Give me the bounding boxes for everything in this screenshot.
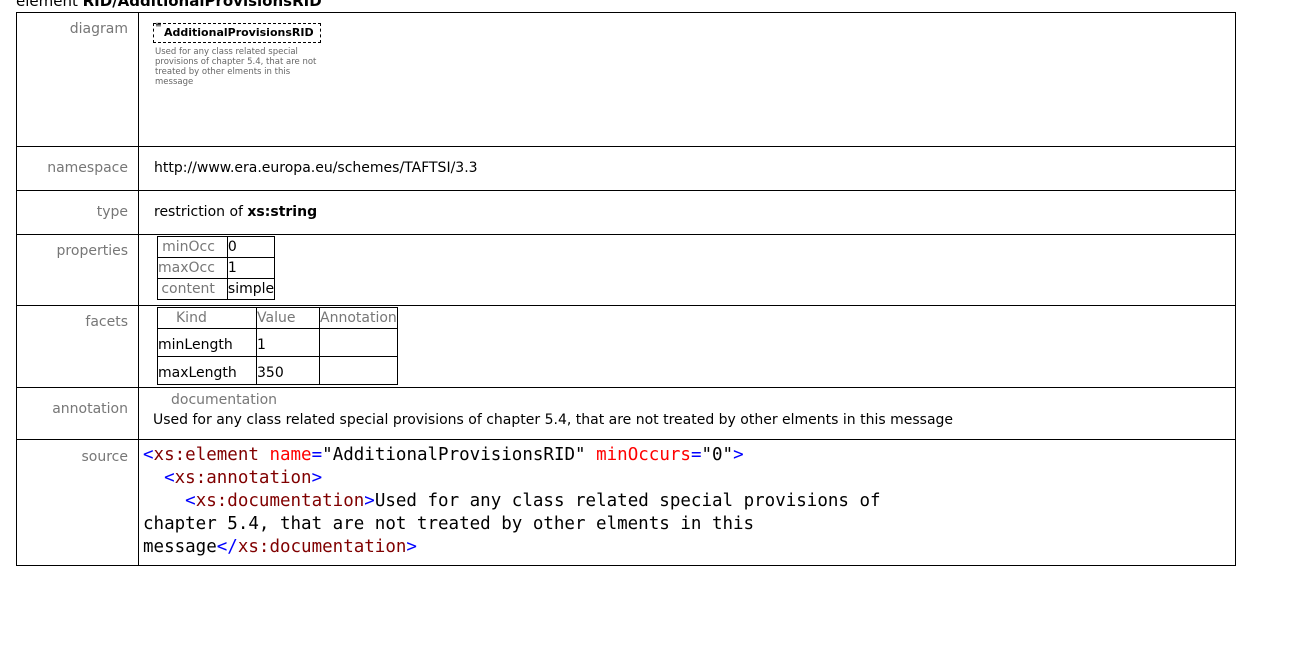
source-doc-line: Used for any class related special provi… [374, 491, 881, 511]
diagram-cell: ≡ AdditionalProvisionsRID Used for any c… [138, 12, 1236, 147]
label-facets: facets [16, 305, 139, 388]
label-source: source [16, 439, 139, 566]
facets-header-row: Kind Value Annotation [157, 307, 398, 329]
row-properties: properties minOcc 0 maxOcc 1 content sim… [16, 234, 1236, 306]
facet-annotation [319, 356, 398, 385]
source-open-tag: xs:element [153, 445, 259, 465]
source-annotation-tag: xs:annotation [174, 468, 312, 488]
facets-cell: Kind Value Annotation minLength 1 maxLen… [138, 305, 1236, 388]
source-doc-line: chapter 5.4, that are not treated by oth… [143, 514, 755, 534]
annotation-cell: documentation Used for any class related… [138, 387, 1236, 440]
element-documentation-table: diagram ≡ AdditionalProvisionsRID Used f… [16, 12, 1236, 566]
facet-kind: minLength [157, 328, 257, 357]
property-key: maxOcc [157, 257, 228, 279]
type-value: restriction of xs:string [138, 190, 1236, 235]
property-value: simple [226, 278, 276, 300]
properties-cell: minOcc 0 maxOcc 1 content simple [138, 234, 1236, 306]
facet-annotation [319, 328, 398, 357]
source-attr-name: minOccurs [596, 445, 691, 465]
facet-value: 350 [256, 356, 320, 385]
page-heading: element RID/AdditionalProvisionsRID [16, 0, 322, 11]
property-row: content simple [157, 278, 276, 300]
label-diagram: diagram [16, 12, 139, 147]
properties-table: minOcc 0 maxOcc 1 content simple [157, 236, 276, 300]
source-attr-value: "AdditionalProvisionsRID" [322, 445, 586, 465]
source-attr-name: name [269, 445, 312, 465]
property-value: 0 [226, 236, 276, 258]
facet-kind: maxLength [157, 356, 257, 385]
facets-table: Kind Value Annotation minLength 1 maxLen… [157, 307, 398, 385]
property-row: maxOcc 1 [157, 257, 276, 279]
type-prefix: restriction of [154, 204, 248, 220]
property-value: 1 [226, 257, 276, 279]
row-namespace: namespace http://www.era.europa.eu/schem… [16, 146, 1236, 191]
label-properties: properties [16, 234, 139, 306]
row-annotation: annotation documentation Used for any cl… [16, 387, 1236, 440]
element-lines-icon: ≡ [155, 20, 162, 29]
annotation-header: documentation [171, 392, 278, 408]
label-annotation: annotation [16, 387, 139, 440]
diagram-element-box[interactable]: ≡ AdditionalProvisionsRID [153, 20, 321, 43]
source-attr-value: "0" [701, 445, 734, 465]
property-key: content [157, 278, 228, 300]
heading-prefix: element [16, 0, 83, 10]
source-doc-line: message [143, 537, 217, 557]
facet-row: minLength 1 [157, 328, 398, 357]
heading-element-name: RID/AdditionalProvisionsRID [82, 0, 322, 10]
facets-header-value: Value [256, 307, 320, 329]
label-type-text: type [96, 204, 128, 220]
label-namespace: namespace [16, 146, 139, 191]
row-facets: facets Kind Value Annotation minLength 1… [16, 305, 1236, 388]
row-type: type restriction of xs:string [16, 190, 1236, 235]
row-source: source <xs:element name="AdditionalProvi… [16, 439, 1236, 566]
facets-header-annotation: Annotation [319, 307, 398, 329]
facets-header-kind: Kind [157, 307, 257, 329]
property-key: minOcc [157, 236, 228, 258]
source-cell: <xs:element name="AdditionalProvisionsRI… [138, 439, 1236, 566]
label-type: type [16, 190, 139, 235]
diagram-doc-text: Used for any class related special provi… [155, 47, 317, 87]
row-diagram: diagram ≡ AdditionalProvisionsRID Used f… [16, 12, 1236, 147]
annotation-text: Used for any class related special provi… [153, 412, 954, 428]
property-row: minOcc 0 [157, 236, 276, 258]
type-base-link[interactable]: xs:string [247, 204, 317, 220]
namespace-value: http://www.era.europa.eu/schemes/TAFTSI/… [138, 146, 1236, 191]
source-documentation-tag: xs:documentation [195, 491, 365, 511]
source-code-block: <xs:element name="AdditionalProvisionsRI… [143, 445, 881, 557]
facet-row: maxLength 350 [157, 356, 398, 385]
facet-value: 1 [256, 328, 320, 357]
diagram-element-title: AdditionalProvisionsRID [164, 26, 314, 39]
source-close-doc-tag: xs:documentation [237, 537, 407, 557]
